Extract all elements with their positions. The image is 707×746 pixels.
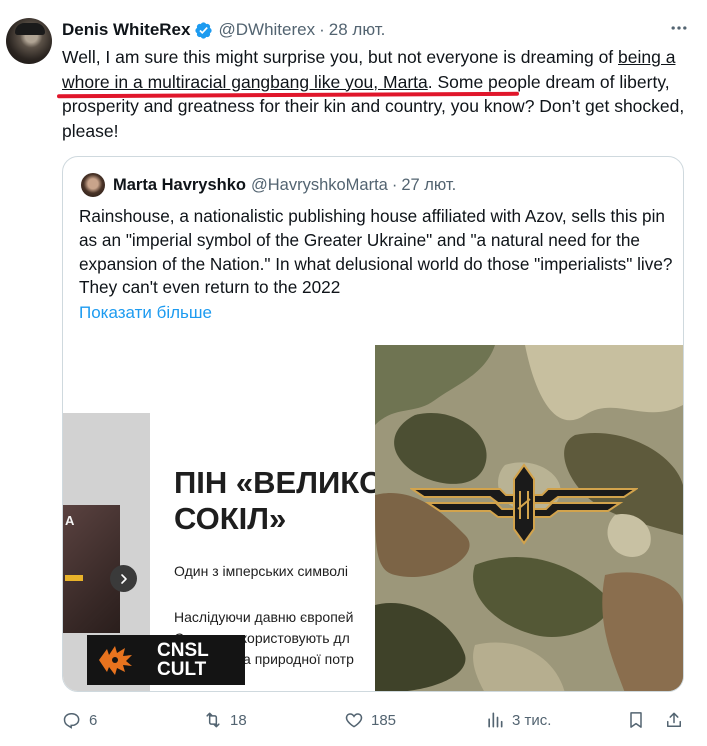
product-title: ПІН «ВЕЛИКО СОКІЛ»	[174, 465, 375, 537]
brand-logo-text: CNSL CULT	[157, 641, 209, 679]
quoted-tweet-header: Marta Havryshko @HavryshkoMarta · 27 лют…	[81, 173, 456, 197]
quoted-tweet-media[interactable]: A ПІН «ВЕЛИКО СОКІЛ» Один з імперських с…	[63, 345, 683, 691]
tweet: Denis WhiteRex @DWhiterex · 28 лют. Well…	[0, 0, 707, 746]
book-cover-mark	[65, 575, 83, 581]
more-options-button[interactable]	[667, 20, 691, 40]
author-name[interactable]: Denis WhiteRex	[62, 20, 190, 40]
tweet-actions: 6 18 185 3 тис.	[62, 705, 694, 735]
bookmark-icon	[630, 712, 642, 728]
product-title-line-2: СОКІЛ»	[174, 501, 287, 536]
tweet-date[interactable]: 28 лют.	[329, 20, 386, 40]
quoted-tweet-date: 27 лют.	[401, 175, 457, 194]
tweet-text-start: Well, I am sure this might surprise you,…	[62, 47, 619, 67]
pin-photo[interactable]	[375, 345, 683, 691]
retweet-icon	[206, 712, 220, 728]
product-title-line-1: ПІН «ВЕЛИКО	[174, 465, 375, 500]
show-more-link[interactable]: Показати більше	[79, 303, 212, 323]
falcon-pin-icon	[410, 463, 638, 545]
views-button[interactable]: 3 тис.	[485, 705, 551, 735]
verified-badge-icon	[194, 21, 213, 40]
product-page-header	[63, 345, 375, 413]
brand-logo-line-1: CNSL	[157, 640, 209, 661]
gallery-next-button[interactable]	[110, 565, 137, 592]
quoted-header-separator: ·	[391, 175, 398, 194]
quoted-author-handle: @HavryshkoMarta	[250, 175, 388, 194]
reply-icon	[63, 713, 80, 729]
share-button[interactable]	[664, 705, 691, 735]
heart-icon	[345, 713, 363, 728]
book-cover-image: A	[63, 505, 120, 633]
product-page-screenshot[interactable]: A ПІН «ВЕЛИКО СОКІЛ» Один з імперських с…	[63, 345, 375, 691]
product-subtitle: Один з імперських символі	[174, 563, 349, 579]
header-separator: ·	[319, 20, 325, 39]
book-cover-letter: A	[65, 513, 75, 528]
quoted-author-avatar	[81, 173, 105, 197]
share-icon	[667, 712, 681, 727]
like-button[interactable]: 185	[344, 705, 396, 735]
product-desc-line-1: Наслідуючи давню європей	[174, 609, 354, 625]
views-chart-icon	[488, 712, 503, 728]
quoted-author-name: Marta Havryshko	[113, 175, 246, 194]
quoted-tweet-text: Rainshouse, a nationalistic publishing h…	[79, 206, 673, 298]
dragon-logo-icon	[99, 646, 132, 675]
like-count: 185	[371, 711, 397, 729]
more-horizontal-icon	[669, 18, 689, 43]
author-avatar[interactable]	[6, 18, 52, 64]
author-handle[interactable]: @DWhiterex	[218, 20, 315, 40]
chevron-right-icon	[120, 573, 127, 584]
retweet-button[interactable]: 18	[203, 705, 247, 735]
retweet-count: 18	[230, 711, 247, 729]
bookmark-button[interactable]	[626, 705, 653, 735]
quoted-tweet[interactable]: Marta Havryshko @HavryshkoMarta · 27 лют…	[62, 156, 684, 692]
reply-count: 6	[89, 711, 98, 729]
tweet-header: Denis WhiteRex @DWhiterex · 28 лют.	[62, 18, 385, 42]
reply-button[interactable]: 6	[62, 705, 97, 735]
brand-logo: CNSL CULT	[87, 635, 245, 685]
brand-logo-line-2: CULT	[157, 659, 207, 680]
views-count: 3 тис.	[512, 711, 552, 729]
